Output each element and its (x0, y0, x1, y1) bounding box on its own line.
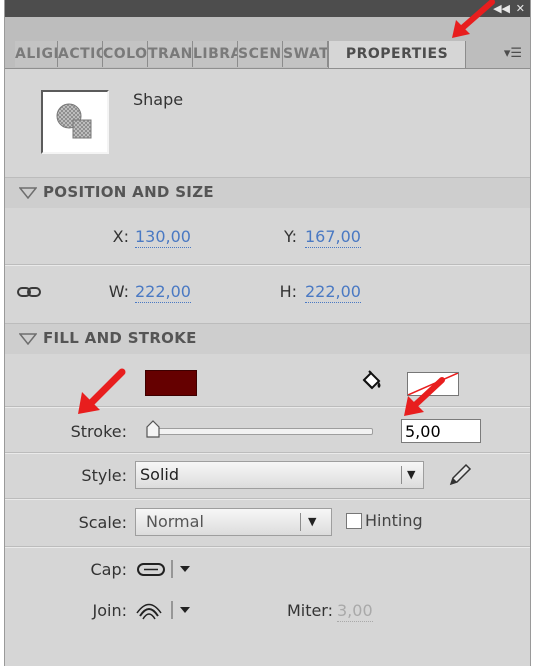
chevron-down-icon[interactable]: ▼ (407, 466, 415, 484)
join-round-icon (136, 603, 162, 620)
chevron-down-icon (180, 566, 190, 572)
tab-actions[interactable]: ACTIONS (58, 41, 103, 67)
hinting-checkbox[interactable] (346, 513, 362, 529)
style-label: Style: (81, 466, 127, 485)
annotation-arrow (74, 368, 128, 422)
hinting-label: Hinting (365, 511, 423, 530)
miter-label: Miter: (286, 601, 333, 620)
shape-thumbnail-icon (41, 90, 109, 154)
stroke-slider-track[interactable] (151, 428, 373, 435)
section-collapse-icon[interactable] (19, 187, 37, 199)
w-value[interactable]: 222,00 (135, 282, 191, 303)
instance-type-label: Shape (133, 90, 184, 109)
scale-dropdown-value: Normal (146, 512, 204, 531)
h-value[interactable]: 222,00 (305, 282, 361, 303)
chevron-down-icon[interactable]: ▼ (308, 513, 316, 531)
position-size-header[interactable]: POSITION AND SIZE (5, 177, 530, 208)
cap-label: Cap: (90, 560, 127, 579)
stroke-color-swatch[interactable] (145, 370, 197, 396)
paint-bucket-icon (360, 370, 384, 396)
cap-dropdown[interactable] (136, 558, 198, 584)
join-dropdown[interactable] (136, 598, 198, 626)
miter-value: 3,00 (337, 601, 373, 622)
divider (5, 546, 530, 548)
properties-panel: ◀◀ ✕ ALIGN ACTIONS COLOR TRANSFORM LIBRA… (4, 0, 531, 666)
section-collapse-icon[interactable] (19, 333, 37, 345)
chevron-down-icon (180, 607, 190, 613)
join-label: Join: (92, 601, 127, 620)
h-label: H: (279, 282, 297, 301)
w-label: W: (108, 282, 129, 301)
scale-dropdown[interactable]: Normal ▼ (135, 508, 332, 536)
dropdown-divider (401, 466, 402, 484)
stroke-slider-thumb[interactable] (143, 419, 163, 439)
link-icon[interactable] (17, 284, 41, 303)
tab-align[interactable]: ALIGN (15, 41, 58, 67)
position-size-title: POSITION AND SIZE (43, 183, 214, 201)
dropdown-divider (300, 513, 301, 531)
panel-menu-icon[interactable]: ▾☰ (504, 46, 522, 61)
stroke-label: Stroke: (70, 422, 127, 441)
y-label: Y: (283, 227, 297, 246)
cap-round-icon (137, 563, 165, 576)
divider (5, 498, 530, 500)
pencil-icon[interactable] (447, 462, 473, 492)
tab-transform[interactable]: TRANSFORM (148, 41, 193, 67)
x-label: X: (112, 227, 129, 246)
y-value[interactable]: 167,00 (305, 227, 361, 248)
style-dropdown[interactable]: Solid ▼ (135, 461, 424, 489)
divider (5, 452, 530, 454)
scale-label: Scale: (78, 513, 127, 532)
annotation-arrow (446, 0, 496, 46)
tab-scene[interactable]: SCENE (238, 41, 283, 67)
fill-stroke-title: FILL AND STROKE (43, 329, 197, 347)
x-value[interactable]: 130,00 (135, 227, 191, 248)
tab-swatches[interactable]: SWATCHES (283, 41, 328, 67)
stroke-width-input[interactable]: 5,00 (401, 419, 481, 443)
annotation-arrow (400, 376, 446, 422)
tab-color[interactable]: COLOR (103, 41, 148, 67)
close-icon[interactable]: ✕ (516, 2, 525, 15)
divider (5, 264, 530, 266)
style-dropdown-value: Solid (140, 465, 179, 484)
fill-stroke-header[interactable]: FILL AND STROKE (5, 323, 530, 354)
tab-library[interactable]: LIBRARY (193, 41, 238, 67)
